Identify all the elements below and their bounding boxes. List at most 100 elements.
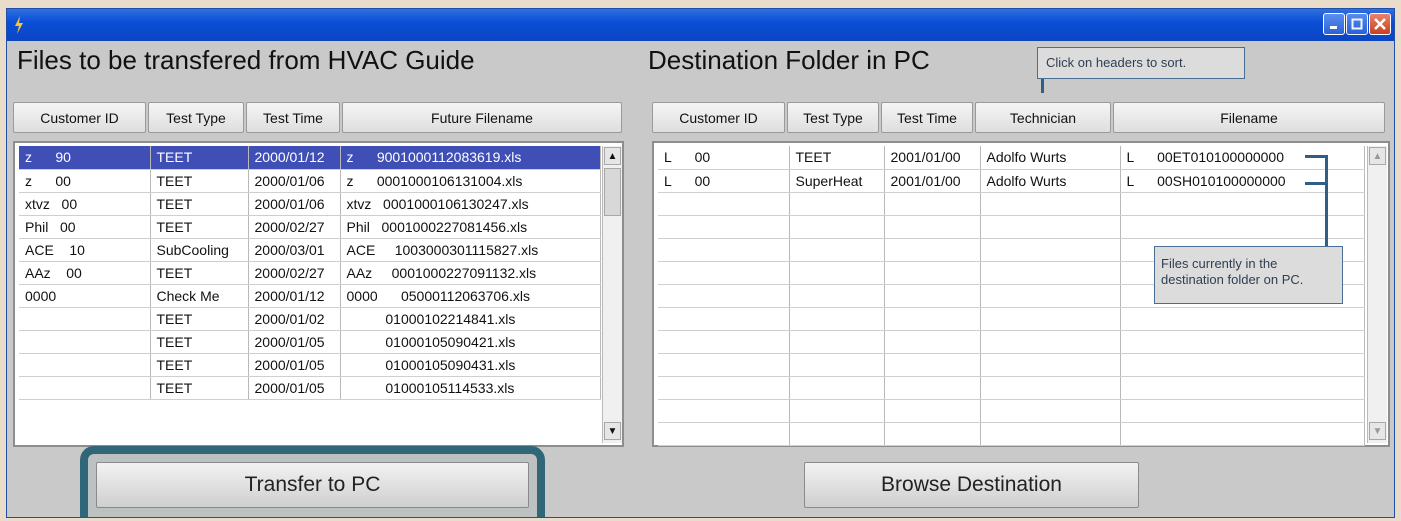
left-scroll-down-button[interactable]: ▼	[604, 422, 621, 440]
table-cell	[19, 307, 151, 331]
table-cell	[658, 261, 790, 285]
table-cell	[789, 376, 885, 400]
table-cell: Adolfo Wurts	[980, 169, 1121, 193]
left-scrollbar[interactable]: ▲ ▼	[602, 146, 622, 443]
table-row[interactable]: z 90 TEET 2000/01/12 z 9001000112083619.xls	[19, 146, 601, 170]
table-cell: L 00	[658, 169, 790, 193]
table-cell: SubCooling	[150, 238, 249, 262]
left-scroll-up-button[interactable]: ▲	[604, 147, 621, 165]
table-cell: xtvz 00	[19, 192, 151, 216]
right-scroll-down-button[interactable]: ▼	[1369, 422, 1386, 440]
table-cell	[658, 422, 790, 446]
table-row-empty[interactable]	[658, 215, 1365, 239]
table-cell: Phil 0001000227081456.xls	[340, 215, 601, 239]
table-cell: Adolfo Wurts	[980, 146, 1121, 170]
left-col-test-type[interactable]: Test Type	[148, 102, 244, 133]
table-row[interactable]: Phil 00 TEET 2000/02/27 Phil 00010002270814…	[19, 215, 601, 239]
right-scroll-up-button[interactable]: ▲	[1369, 147, 1386, 165]
table-row[interactable]: z 00 TEET 2000/01/06 z 0001000106131004.xls	[19, 169, 601, 193]
table-cell	[884, 215, 981, 239]
table-cell: TEET	[789, 146, 885, 170]
files-leader-vertical	[1325, 155, 1328, 247]
table-cell	[658, 215, 790, 239]
table-row[interactable]: TEET 2000/01/05 01000105114533.xls	[19, 376, 601, 400]
table-cell	[789, 330, 885, 354]
table-cell: Phil 00	[19, 215, 151, 239]
table-row[interactable]: AAz 00 TEET 2000/02/27 AAz 0001000227091132…	[19, 261, 601, 285]
table-cell: 2000/01/06	[248, 169, 341, 193]
right-panel-title: Destination Folder in PC	[648, 45, 930, 75]
table-cell	[789, 261, 885, 285]
table-cell	[789, 238, 885, 262]
table-cell	[789, 399, 885, 423]
table-row[interactable]: L 00 SuperHeat 2001/01/00 Adolfo Wurts L 00S…	[658, 169, 1365, 193]
right-col-test-time[interactable]: Test Time	[881, 102, 973, 133]
table-row[interactable]: TEET 2000/01/05 01000105090431.xls	[19, 353, 601, 377]
table-cell: AAz 0001000227091132.xls	[340, 261, 601, 285]
table-cell	[789, 284, 885, 308]
table-cell	[980, 215, 1121, 239]
left-col-future-filename[interactable]: Future Filename	[342, 102, 622, 133]
browse-destination-button[interactable]: Browse Destination	[804, 462, 1139, 508]
left-scroll-thumb[interactable]	[604, 168, 621, 216]
table-cell: 2000/01/12	[248, 284, 341, 308]
table-cell: 2000/01/05	[248, 376, 341, 400]
table-cell	[1120, 399, 1365, 423]
table-cell	[980, 376, 1121, 400]
table-cell: 2001/01/00	[884, 169, 981, 193]
table-row-empty[interactable]	[658, 353, 1365, 377]
right-col-test-type[interactable]: Test Type	[787, 102, 879, 133]
left-col-test-time[interactable]: Test Time	[246, 102, 340, 133]
table-cell: ACE 1003000301115827.xls	[340, 238, 601, 262]
table-cell	[658, 238, 790, 262]
left-header-row: Customer ID Test Type Test Time Future F…	[13, 102, 624, 133]
left-grid: z 90 TEET 2000/01/12 z 9001000112083619.xls…	[19, 146, 601, 400]
table-cell: z 00	[19, 169, 151, 193]
table-row[interactable]: TEET 2000/01/02 01000102214841.xls	[19, 307, 601, 331]
transfer-to-pc-button[interactable]: Transfer to PC	[96, 462, 529, 508]
table-cell: 2000/01/12	[248, 146, 341, 170]
table-cell	[980, 307, 1121, 331]
minimize-button[interactable]	[1323, 13, 1345, 35]
table-row[interactable]: ACE 10 SubCooling 2000/03/01 ACE 1003000301…	[19, 238, 601, 262]
table-cell: 2000/02/27	[248, 215, 341, 239]
table-row[interactable]: 0000 Check Me 2000/01/12 0000 0500011206370…	[19, 284, 601, 308]
table-cell	[884, 330, 981, 354]
table-row-empty[interactable]	[658, 399, 1365, 423]
table-cell: z 0001000106131004.xls	[340, 169, 601, 193]
table-cell: 2000/02/27	[248, 261, 341, 285]
left-col-customer-id[interactable]: Customer ID	[13, 102, 146, 133]
table-row-empty[interactable]	[658, 307, 1365, 331]
table-cell: L 00	[658, 146, 790, 170]
table-cell	[884, 192, 981, 216]
left-file-table: z 90 TEET 2000/01/12 z 9001000112083619.xls…	[13, 141, 624, 447]
right-col-technician[interactable]: Technician	[975, 102, 1111, 133]
table-cell: 2000/01/05	[248, 353, 341, 377]
table-row-empty[interactable]	[658, 422, 1365, 446]
table-cell	[789, 307, 885, 331]
table-cell: TEET	[150, 330, 249, 354]
table-cell	[19, 353, 151, 377]
app-window: Files to be transfered from HVAC Guide C…	[6, 8, 1395, 518]
table-cell	[884, 353, 981, 377]
table-cell: 0000 05000112063706.xls	[340, 284, 601, 308]
right-scrollbar[interactable]: ▲ ▼	[1367, 146, 1387, 443]
table-row[interactable]: L 00 TEET 2001/01/00 Adolfo Wurts L 00ET0101…	[658, 146, 1365, 170]
title-bar	[7, 9, 1394, 41]
right-col-customer-id[interactable]: Customer ID	[652, 102, 785, 133]
right-col-filename[interactable]: Filename	[1113, 102, 1385, 133]
sort-tooltip-leader	[1041, 79, 1044, 93]
maximize-button[interactable]	[1346, 13, 1368, 35]
table-cell: TEET	[150, 376, 249, 400]
table-cell	[980, 330, 1121, 354]
table-row-empty[interactable]	[658, 192, 1365, 216]
table-row-empty[interactable]	[658, 330, 1365, 354]
table-row[interactable]: xtvz 00 TEET 2000/01/06 xtvz 00010001061302…	[19, 192, 601, 216]
table-cell	[884, 307, 981, 331]
table-cell	[789, 422, 885, 446]
table-cell: 01000105090421.xls	[340, 330, 601, 354]
table-row-empty[interactable]	[658, 376, 1365, 400]
table-cell	[658, 284, 790, 308]
table-row[interactable]: TEET 2000/01/05 01000105090421.xls	[19, 330, 601, 354]
close-button[interactable]	[1369, 13, 1391, 35]
